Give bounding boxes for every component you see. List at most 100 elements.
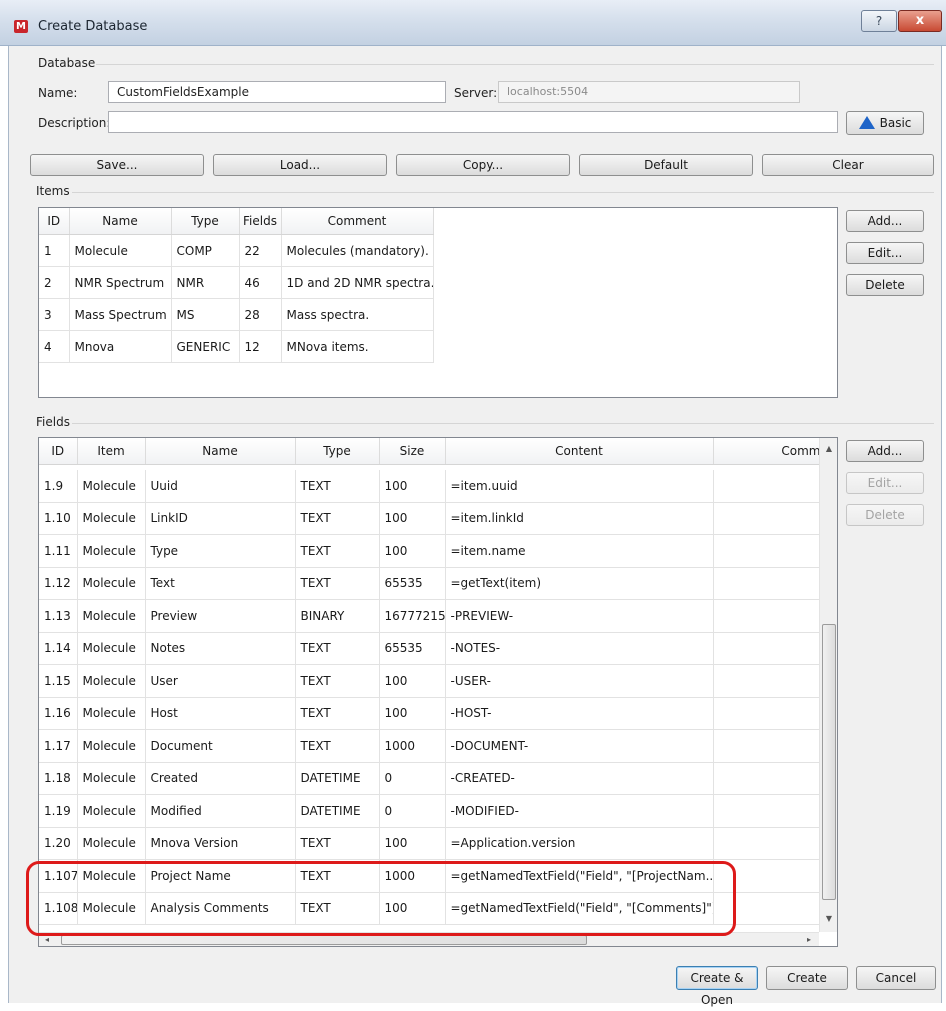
fields-col-name[interactable]: Name: [145, 438, 296, 465]
items-col-id[interactable]: ID: [39, 208, 70, 235]
table-row[interactable]: 1.13 Molecule Preview BINARY 16777215 -PREVIE…: [39, 599, 819, 633]
table-cell: [713, 470, 819, 503]
table-row[interactable]: 1.11 Molecule Type TEXT 100 =item.name: [39, 534, 819, 568]
table-cell: Molecule: [77, 470, 146, 503]
fields-add-button[interactable]: Add...: [846, 440, 924, 462]
table-cell: 1.20: [39, 827, 78, 860]
items-table: ID Name Type Fields Comment 1 Molecule C…: [39, 208, 434, 363]
scroll-right-arrow-icon[interactable]: ▸: [803, 935, 815, 944]
table-cell: TEXT: [295, 697, 380, 730]
fields-col-id[interactable]: ID: [39, 438, 78, 465]
table-cell: =getText(item): [445, 567, 714, 600]
fields-col-content[interactable]: Content: [445, 438, 714, 465]
table-cell: 1.16: [39, 697, 78, 730]
table-cell: 1.13: [39, 599, 78, 633]
table-cell: Mass Spectrum: [69, 298, 172, 331]
items-col-name[interactable]: Name: [69, 208, 172, 235]
table-cell: 1.10: [39, 502, 78, 535]
table-row[interactable]: 2 NMR Spectrum NMR 46 1D and 2D NMR spec…: [39, 266, 434, 299]
items-col-type[interactable]: Type: [171, 208, 240, 235]
items-add-button[interactable]: Add...: [846, 210, 924, 232]
table-cell: Molecule: [77, 664, 146, 698]
save-button[interactable]: Save...: [30, 154, 204, 176]
table-row[interactable]: 1.10 Molecule LinkID TEXT 100 =item.linkId: [39, 502, 819, 535]
fields-col-type[interactable]: Type: [295, 438, 380, 465]
name-label: Name:: [38, 86, 78, 100]
table-cell: User: [145, 664, 296, 698]
table-cell: Mnova: [69, 330, 172, 363]
table-cell: 1.15: [39, 664, 78, 698]
scroll-left-arrow-icon[interactable]: ◂: [41, 935, 53, 944]
table-cell: -CREATED-: [445, 762, 714, 795]
table-cell: 65535: [379, 567, 446, 600]
load-button[interactable]: Load...: [213, 154, 387, 176]
table-cell: TEXT: [295, 827, 380, 860]
table-cell: -PREVIEW-: [445, 599, 714, 633]
clear-button[interactable]: Clear: [762, 154, 934, 176]
fields-vertical-scrollbar[interactable]: ▲ ▼: [819, 438, 837, 932]
table-cell: TEXT: [295, 534, 380, 568]
table-row[interactable]: 1.15 Molecule User TEXT 100 -USER-: [39, 664, 819, 698]
table-cell: Molecule: [77, 567, 146, 600]
table-cell: MS: [171, 298, 240, 331]
table-cell: Molecule: [77, 632, 146, 665]
server-input: localhost:5504: [498, 81, 800, 103]
table-cell: 100: [379, 697, 446, 730]
fields-hscrollbar-thumb[interactable]: [61, 935, 587, 945]
create-button[interactable]: Create: [766, 966, 848, 990]
table-cell: GENERIC: [171, 330, 240, 363]
default-button[interactable]: Default: [579, 154, 753, 176]
basic-button-label: Basic: [879, 116, 912, 130]
fields-scrollbar-thumb[interactable]: [822, 624, 836, 900]
table-row[interactable]: 1.19 Molecule Modified DATETIME 0 -MODIFIED-: [39, 794, 819, 828]
table-cell: 1.17: [39, 729, 78, 763]
fields-col-item[interactable]: Item: [77, 438, 146, 465]
fields-edit-button: Edit...: [846, 472, 924, 494]
items-delete-button[interactable]: Delete: [846, 274, 924, 296]
table-cell: MNova items.: [281, 330, 434, 363]
table-row[interactable]: 1.17 Molecule Document TEXT 1000 -DOCUMENT-: [39, 729, 819, 763]
table-row[interactable]: 1.18 Molecule Created DATETIME 0 -CREATED-: [39, 762, 819, 795]
mnova-app-icon: M: [14, 20, 28, 33]
table-cell: 1.12: [39, 567, 78, 600]
table-cell: -DOCUMENT-: [445, 729, 714, 763]
scroll-down-arrow-icon[interactable]: ▼: [820, 914, 837, 923]
table-cell: Host: [145, 697, 296, 730]
create-and-open-button[interactable]: Create & Open: [676, 966, 758, 1007]
table-row[interactable]: 1.20 Molecule Mnova Version TEXT 100 =Applica…: [39, 827, 819, 860]
fields-section-label: Fields: [36, 415, 70, 429]
basic-button[interactable]: Basic: [846, 111, 924, 135]
table-cell: Preview: [145, 599, 296, 633]
description-label: Description:: [38, 116, 111, 130]
name-input[interactable]: CustomFieldsExample: [108, 81, 446, 103]
table-cell: Molecule: [77, 697, 146, 730]
table-cell: [713, 697, 819, 730]
table-cell: 16777215: [379, 599, 446, 633]
table-cell: NMR: [171, 266, 240, 299]
table-cell: 1: [39, 234, 70, 267]
table-row[interactable]: 4 Mnova GENERIC 12 MNova items.: [39, 330, 434, 363]
fields-col-size[interactable]: Size: [379, 438, 446, 465]
table-cell: 1.9: [39, 470, 78, 503]
table-cell: Molecule: [77, 599, 146, 633]
table-cell: Mass spectra.: [281, 298, 434, 331]
items-edit-button[interactable]: Edit...: [846, 242, 924, 264]
close-button[interactable]: x: [898, 10, 942, 32]
scroll-up-arrow-icon[interactable]: ▲: [820, 444, 837, 453]
table-row[interactable]: 1.16 Molecule Host TEXT 100 -HOST-: [39, 697, 819, 730]
table-cell: Uuid: [145, 470, 296, 503]
description-input[interactable]: [108, 111, 838, 133]
table-cell: 12: [239, 330, 282, 363]
table-row[interactable]: 3 Mass Spectrum MS 28 Mass spectra.: [39, 298, 434, 331]
cancel-button[interactable]: Cancel: [856, 966, 936, 990]
table-row[interactable]: 1 Molecule COMP 22 Molecules (mandatory)…: [39, 234, 434, 267]
table-cell: [713, 729, 819, 763]
fields-col-comment[interactable]: Comm: [713, 438, 819, 465]
items-col-comment[interactable]: Comment: [281, 208, 434, 235]
items-col-fields[interactable]: Fields: [239, 208, 282, 235]
table-row[interactable]: 1.9 Molecule Uuid TEXT 100 =item.uuid: [39, 470, 819, 503]
table-row[interactable]: 1.12 Molecule Text TEXT 65535 =getText(item): [39, 567, 819, 600]
copy-button[interactable]: Copy...: [396, 154, 570, 176]
table-row[interactable]: 1.14 Molecule Notes TEXT 65535 -NOTES-: [39, 632, 819, 665]
help-button[interactable]: ?: [861, 10, 897, 32]
